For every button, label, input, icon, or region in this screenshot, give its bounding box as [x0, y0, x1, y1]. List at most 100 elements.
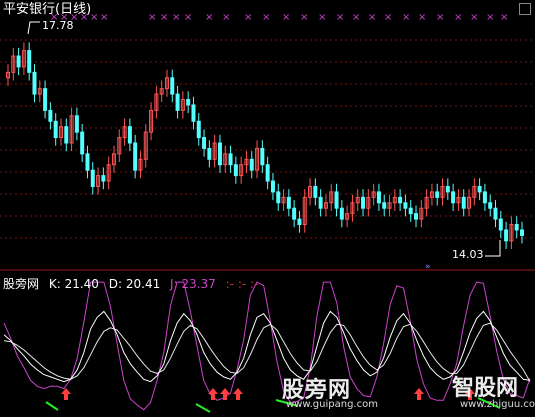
candle-body [228, 153, 233, 166]
watermark-url-2: www.zhiguu.com [460, 399, 535, 410]
event-marker: × [244, 12, 252, 23]
event-marker: × [336, 12, 344, 23]
candle-body [101, 175, 106, 182]
price-low-label: 14.03 [452, 248, 484, 261]
event-marker: × [205, 12, 213, 23]
candle-body [249, 158, 254, 171]
event-marker: × [282, 12, 290, 23]
event-marker: × [172, 12, 180, 23]
indicator-extra: :- :- :- [225, 277, 259, 291]
candle-body [217, 142, 222, 166]
candle-body [191, 104, 196, 122]
candle-body [186, 99, 191, 106]
buy-arrow-icon [61, 388, 71, 400]
candle-body [482, 191, 487, 204]
candle-body [403, 202, 408, 209]
candle-body [32, 71, 37, 95]
candle-body [514, 224, 519, 231]
candle-body [398, 196, 403, 204]
event-marker: × [368, 12, 376, 23]
event-marker: × [352, 12, 360, 23]
candle-body [408, 207, 413, 215]
candle-body [64, 126, 69, 144]
event-marker: × [486, 12, 494, 23]
chart-canvas[interactable]: × × × × × × × × × × × × × × × × × × × × × × × × × × × ×» [0, 0, 535, 417]
k-value: K: 21.40 [48, 277, 99, 291]
candle-body [297, 218, 302, 226]
candle-body [414, 213, 419, 220]
candle-body [196, 120, 201, 139]
event-marker: × [470, 12, 478, 23]
buy-arrow-icon [208, 388, 218, 400]
candle-body [80, 131, 85, 155]
candle-body [361, 196, 366, 209]
candle-body [493, 207, 498, 220]
stock-chart-window[interactable]: × × × × × × × × × × × × × × × × × × × × × × × × × × × ×» 平安银行(日线) 1… [0, 0, 535, 417]
window-corner-icon[interactable] [519, 3, 531, 15]
event-marker: × [184, 12, 192, 23]
d-value: D: 20.41 [108, 277, 161, 291]
buy-arrow-icon [220, 388, 230, 400]
watermark-url: www.guipang.com [286, 399, 378, 410]
candle-body [334, 191, 339, 209]
event-marker: × [402, 12, 410, 23]
event-marker: × [160, 12, 168, 23]
event-marker: × [418, 12, 426, 23]
event-marker: × [90, 12, 98, 23]
buy-arrow-icon [414, 388, 424, 400]
j-value: J: 23.37 [170, 277, 216, 291]
stock-title: 平安银行(日线) [3, 2, 92, 17]
candle-body [16, 55, 21, 68]
event-marker: × [454, 12, 462, 23]
candle-body [207, 147, 212, 160]
candle-body [48, 109, 53, 122]
candle-body [270, 180, 275, 193]
candle-body [276, 191, 281, 204]
candle-body [477, 185, 482, 193]
event-marker: × [384, 12, 392, 23]
candle-body [90, 169, 95, 187]
candle-body [382, 202, 387, 209]
candle-body [292, 207, 297, 220]
candle-body [202, 137, 207, 149]
event-marker: × [100, 12, 108, 23]
candle-body [520, 229, 524, 236]
candle-body [488, 202, 493, 209]
candle-body [133, 142, 138, 171]
candle-body [175, 93, 180, 111]
event-marker: × [222, 12, 230, 23]
candle-body [127, 126, 132, 144]
event-marker: × [436, 12, 444, 23]
candle-body [504, 229, 509, 242]
candle-body [27, 50, 32, 73]
event-marker: × [148, 12, 156, 23]
candle-body [313, 185, 318, 198]
oversold-mark [195, 403, 211, 413]
candle-body [376, 191, 381, 204]
candle-body [498, 218, 503, 231]
candle-body [339, 207, 344, 220]
candle-body [461, 196, 466, 209]
candle-body [451, 191, 456, 204]
low-pointer [485, 240, 501, 257]
buy-arrow-icon [233, 388, 243, 400]
candle-body [74, 115, 79, 133]
candle-body [265, 164, 270, 182]
watermark-brand-2: 智股网 [452, 376, 519, 401]
indicator-legend: 股旁网 K: 21.40 D: 20.41 J: 23.37 :- :- :- [3, 275, 264, 292]
event-marker: × [500, 12, 508, 23]
high-pointer [27, 21, 40, 35]
price-high-label: 17.78 [42, 19, 74, 32]
event-marker: × [262, 12, 270, 23]
scroll-arrow-icon: » [425, 262, 431, 272]
indicator-name: 股旁网 [3, 277, 40, 291]
event-marker: × [318, 12, 326, 23]
candle-body [170, 77, 175, 95]
candle-body [318, 196, 323, 209]
candle-body [445, 185, 450, 193]
candle-body [43, 88, 48, 111]
candle-body [260, 147, 265, 166]
oversold-mark [45, 401, 59, 411]
event-marker: × [300, 12, 308, 23]
candle-body [286, 196, 291, 209]
